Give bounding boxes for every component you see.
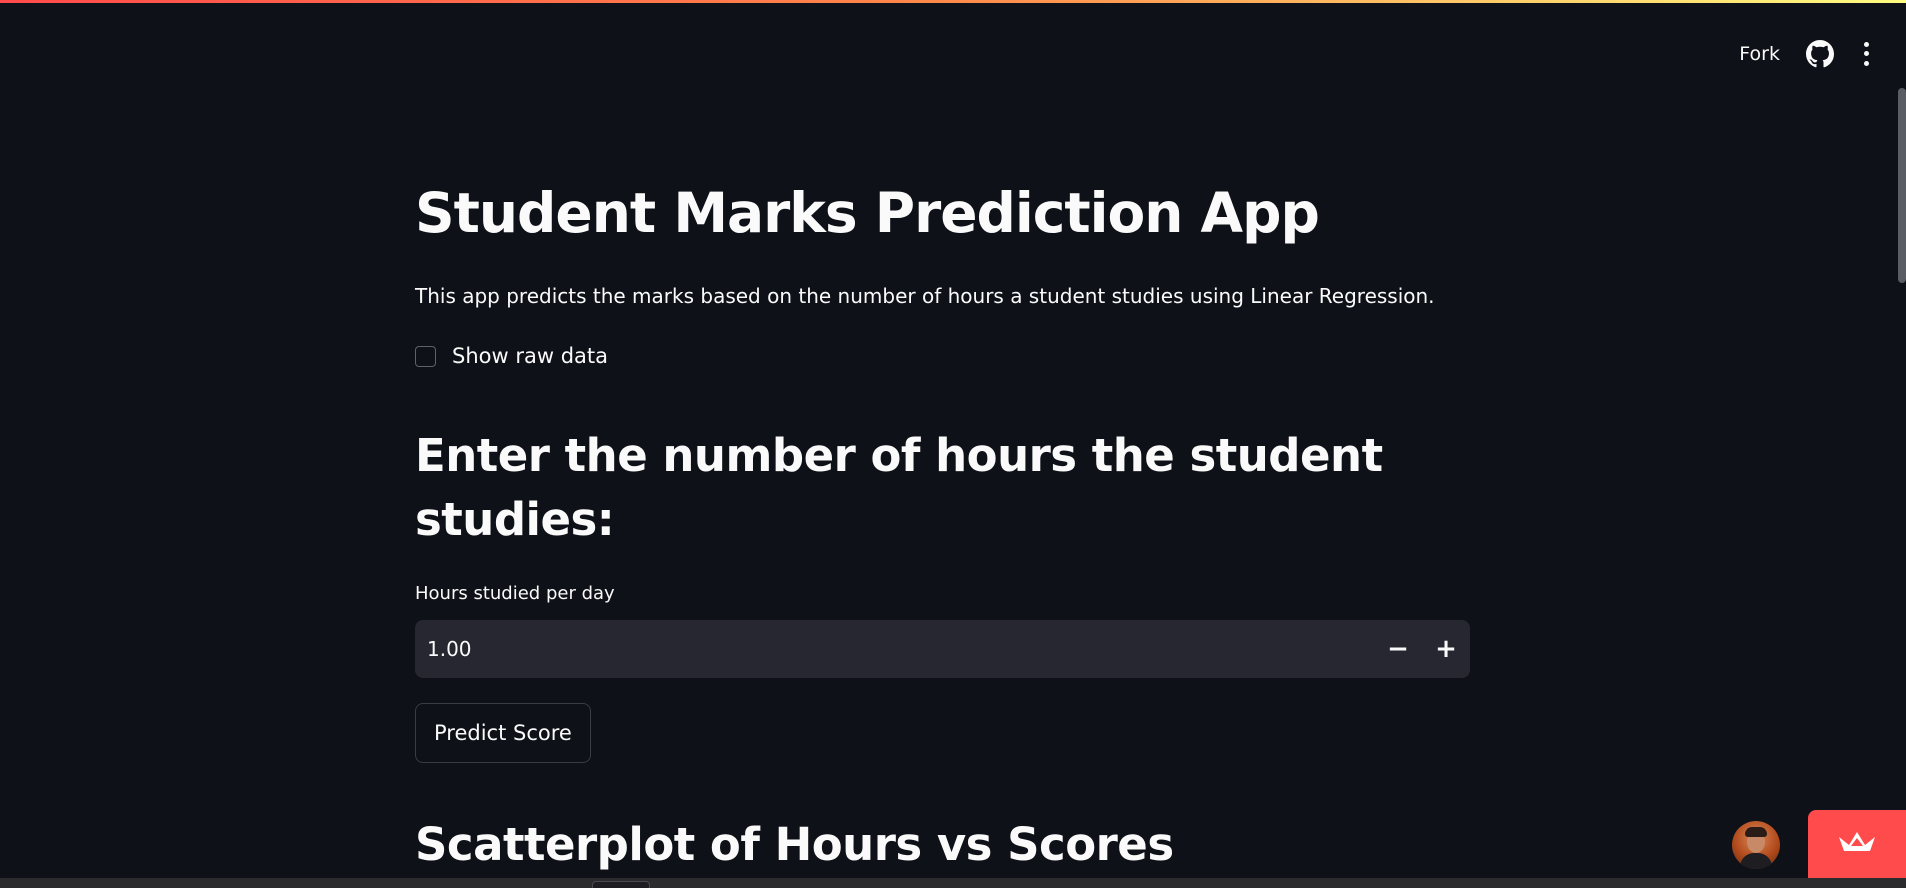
app-description: This app predicts the marks based on the…	[415, 284, 1435, 308]
more-vertical-icon[interactable]	[1862, 40, 1870, 68]
fork-link[interactable]: Fork	[1739, 43, 1780, 65]
github-icon[interactable]	[1806, 40, 1834, 68]
input-heading: Enter the number of hours the student st…	[415, 429, 1383, 546]
increment-button[interactable]: +	[1422, 620, 1470, 678]
predict-score-button[interactable]: Predict Score	[415, 703, 591, 763]
streamlit-crown-icon	[1837, 829, 1877, 859]
page-title: Student Marks Prediction App	[415, 181, 1320, 245]
avatar-body	[1740, 853, 1772, 869]
show-raw-data-checkbox[interactable]: Show raw data	[415, 344, 608, 368]
scrollbar-thumb[interactable]	[1898, 88, 1906, 283]
bottom-tab-indicator[interactable]	[592, 881, 650, 888]
app-root: Fork Student Marks Prediction App This a…	[0, 0, 1906, 888]
hours-input-label: Hours studied per day	[415, 583, 615, 604]
top-decoration-bar	[0, 0, 1906, 3]
checkbox-label: Show raw data	[452, 344, 608, 368]
hours-number-input: − +	[415, 619, 1470, 679]
avatar-hair	[1745, 827, 1767, 837]
decrement-button[interactable]: −	[1374, 620, 1422, 678]
user-avatar[interactable]	[1732, 821, 1780, 869]
streamlit-deploy-button[interactable]	[1808, 810, 1906, 878]
checkbox-box[interactable]	[415, 345, 436, 367]
bottom-taskbar	[0, 878, 1906, 888]
toolbar: Fork	[1739, 38, 1870, 70]
scatterplot-heading: Scatterplot of Hours vs Scores	[415, 818, 1174, 871]
hours-input-field[interactable]	[415, 619, 1374, 679]
